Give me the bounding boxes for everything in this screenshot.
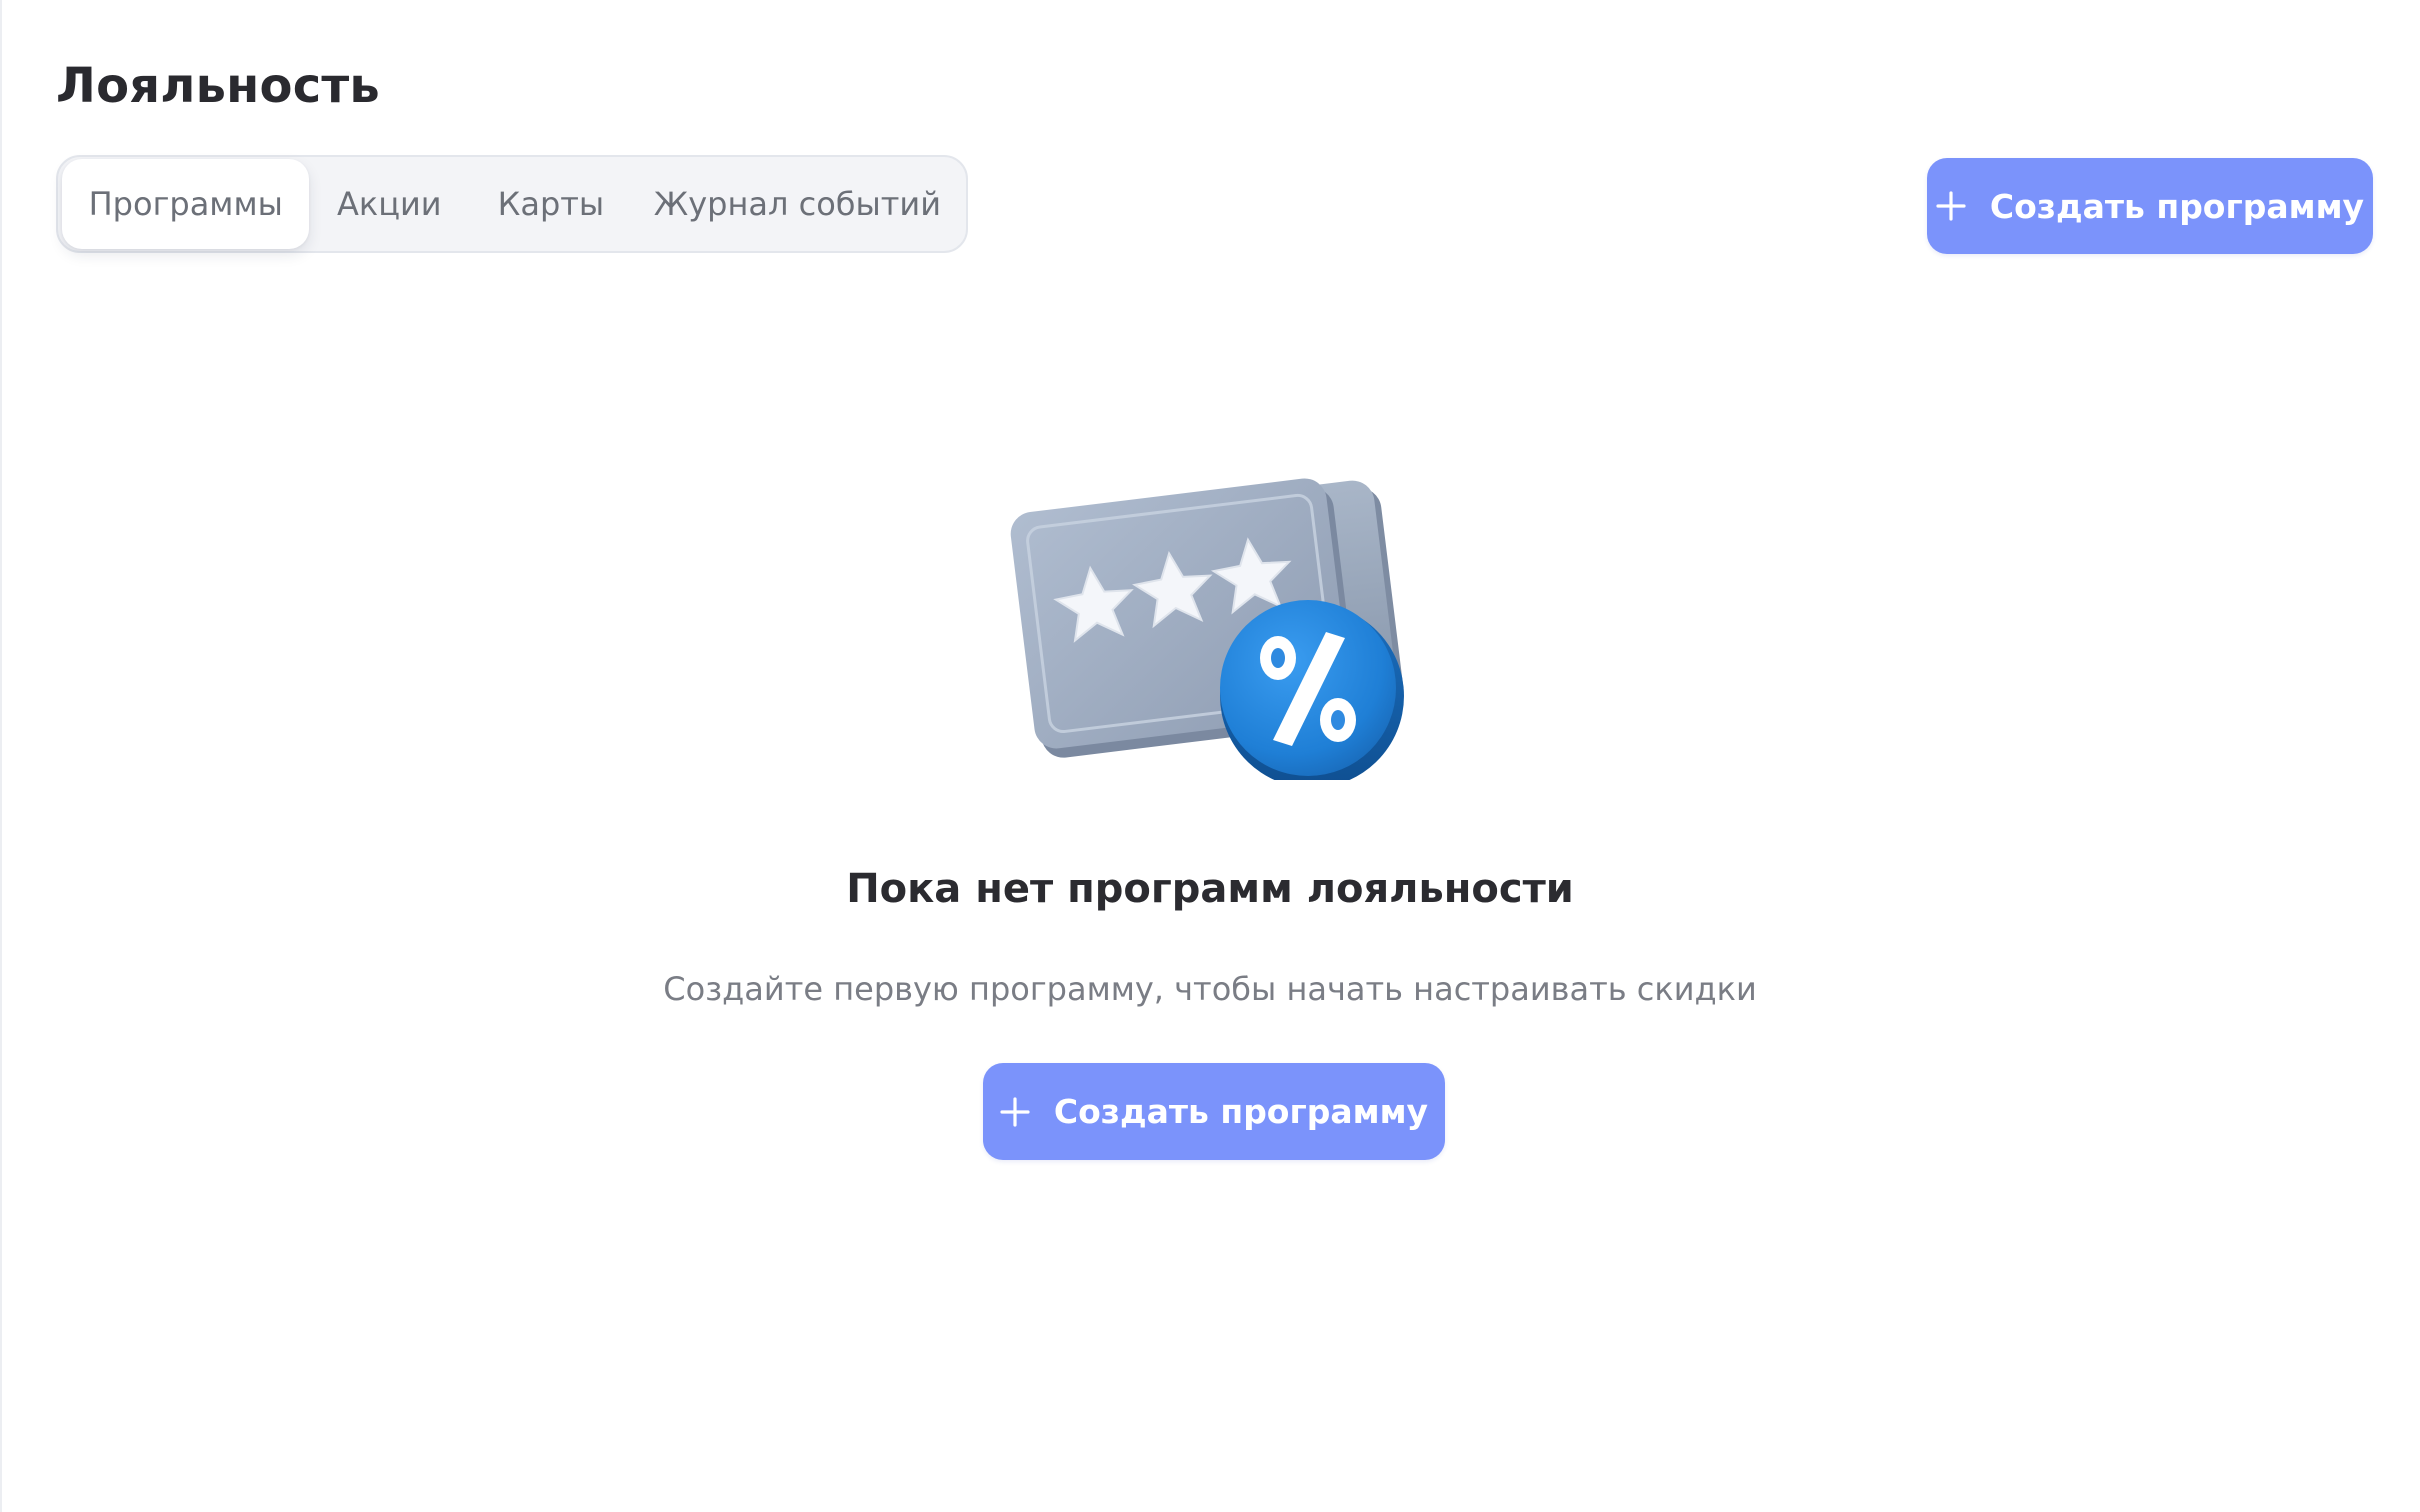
tab-cards[interactable]: Карты — [469, 159, 633, 249]
loyalty-page: Лояльность Программы Акции Карты Журнал … — [0, 0, 2420, 1512]
empty-state-title: Пока нет программ лояльности — [846, 866, 1574, 912]
tab-bar: Программы Акции Карты Журнал событий — [56, 155, 968, 253]
tab-programs[interactable]: Программы — [62, 159, 310, 249]
empty-state-subtitle: Создайте первую программу, чтобы начать … — [663, 970, 1757, 1008]
tab-event-log[interactable]: Журнал событий — [633, 159, 962, 249]
empty-create-program-button[interactable]: Создать программу — [983, 1063, 1445, 1160]
plus-icon — [1936, 191, 1966, 221]
create-program-button[interactable]: Создать программу — [1927, 158, 2373, 254]
create-program-button-label: Создать программу — [1989, 186, 2365, 226]
plus-icon — [1000, 1096, 1030, 1127]
tab-promotions[interactable]: Акции — [309, 159, 469, 249]
empty-create-program-button-label: Создать программу — [1053, 1092, 1429, 1131]
page-title: Лояльность — [56, 58, 380, 114]
loyalty-cards-percent-icon — [1010, 478, 1404, 780]
sidebar-divider — [0, 0, 2, 1512]
